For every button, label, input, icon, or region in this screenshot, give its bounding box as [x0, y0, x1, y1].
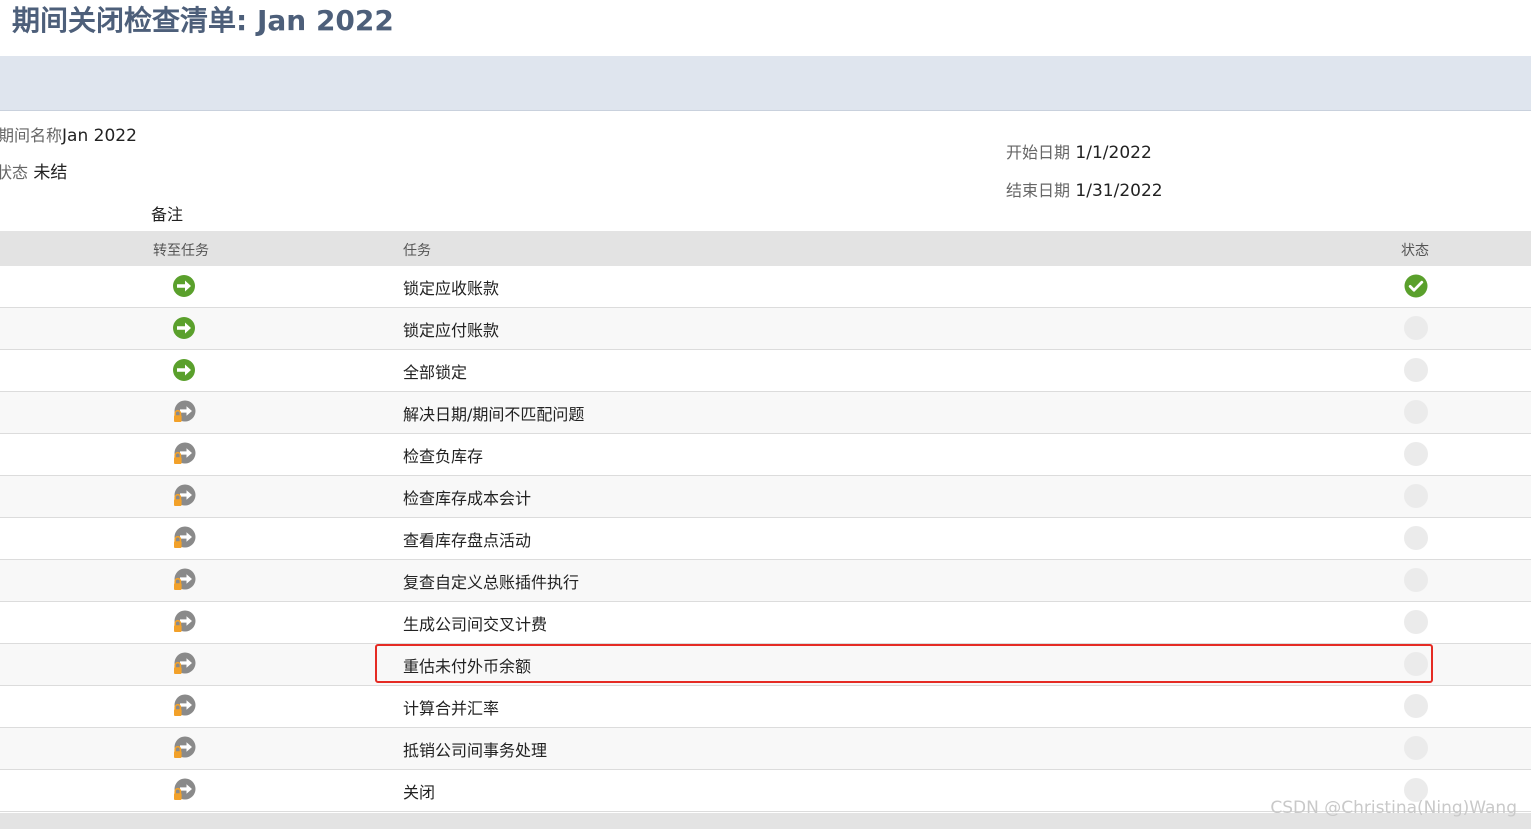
period-name-value: Jan 2022 — [62, 126, 137, 146]
task-table-body: 锁定应收账款 锁定应付账款 全部锁定解决日期/期间不匹配问题 检查负库存检查库存成本会… — [0, 266, 1531, 812]
start-date-label: 开始日期 — [1006, 143, 1071, 162]
column-header-status: 状态 — [1401, 243, 1429, 259]
status-empty-icon — [1404, 652, 1428, 676]
task-table-header: 转至任务 任务 状态 — [0, 231, 1531, 266]
task-name: 全部锁定 — [403, 363, 468, 382]
table-row: 检查库存成本会计 — [0, 476, 1531, 518]
status-empty-icon — [1404, 694, 1428, 718]
task-name: 生成公司间交叉计费 — [403, 615, 548, 634]
table-row: 计算合并汇率 — [0, 686, 1531, 728]
table-row: 解决日期/期间不匹配问题 — [0, 392, 1531, 434]
end-date-value: 1/31/2022 — [1075, 181, 1163, 201]
header-banner — [0, 56, 1531, 111]
locked-arrow-icon[interactable] — [172, 526, 196, 550]
notes-label: 备注 — [151, 205, 184, 224]
watermark: CSDN @Christina(Ning)Wang — [1270, 798, 1517, 818]
status-label: 状态 — [0, 163, 29, 182]
period-close-checklist-page: 期间关闭检查清单: Jan 2022 期间名称Jan 2022 状态 未结 开始… — [0, 0, 1531, 829]
table-row: 抵销公司间事务处理 — [0, 728, 1531, 770]
locked-arrow-icon[interactable] — [172, 694, 196, 718]
table-row: 全部锁定 — [0, 350, 1531, 392]
page-title: 期间关闭检查清单: Jan 2022 — [12, 4, 394, 37]
locked-arrow-icon[interactable] — [172, 400, 196, 424]
green-arrow-icon[interactable] — [172, 316, 196, 340]
column-header-task: 任务 — [403, 243, 431, 259]
status-empty-icon — [1404, 526, 1428, 550]
table-row: 锁定应收账款 — [0, 266, 1531, 308]
status-empty-icon — [1404, 610, 1428, 634]
status-value: 未结 — [33, 163, 68, 183]
task-name: 关闭 — [403, 783, 436, 802]
period-name-field: 期间名称Jan 2022 — [0, 125, 137, 147]
locked-arrow-icon[interactable] — [172, 610, 196, 634]
locked-arrow-icon[interactable] — [172, 568, 196, 592]
task-name: 解决日期/期间不匹配问题 — [403, 405, 585, 424]
table-row: 查看库存盘点活动 — [0, 518, 1531, 560]
table-row: 锁定应付账款 — [0, 308, 1531, 350]
green-arrow-icon[interactable] — [172, 358, 196, 382]
locked-arrow-icon[interactable] — [172, 736, 196, 760]
task-name: 抵销公司间事务处理 — [403, 741, 548, 760]
status-empty-icon — [1404, 736, 1428, 760]
task-name: 查看库存盘点活动 — [403, 531, 532, 550]
column-header-goto: 转至任务 — [153, 243, 209, 259]
locked-arrow-icon[interactable] — [172, 778, 196, 802]
status-empty-icon — [1404, 358, 1428, 382]
end-date-label: 结束日期 — [1006, 181, 1071, 200]
status-empty-icon — [1404, 316, 1428, 340]
check-complete-icon — [1404, 274, 1428, 298]
end-date-field: 结束日期 1/31/2022 — [1006, 180, 1163, 202]
task-name: 检查负库存 — [403, 447, 484, 466]
task-name: 锁定应付账款 — [403, 321, 500, 340]
locked-arrow-icon[interactable] — [172, 652, 196, 676]
table-row: 检查负库存 — [0, 434, 1531, 476]
start-date-value: 1/1/2022 — [1075, 143, 1152, 163]
task-name: 复查自定义总账插件执行 — [403, 573, 580, 592]
table-row: 生成公司间交叉计费 — [0, 602, 1531, 644]
green-arrow-icon[interactable] — [172, 274, 196, 298]
start-date-field: 开始日期 1/1/2022 — [1006, 142, 1152, 164]
status-empty-icon — [1404, 400, 1428, 424]
table-row: 复查自定义总账插件执行 — [0, 560, 1531, 602]
task-name: 锁定应收账款 — [403, 279, 500, 298]
status-empty-icon — [1404, 442, 1428, 466]
status-empty-icon — [1404, 484, 1428, 508]
task-name: 重估未付外币余额 — [403, 657, 532, 676]
status-empty-icon — [1404, 568, 1428, 592]
table-row: 重估未付外币余额 — [0, 644, 1531, 686]
task-name: 计算合并汇率 — [403, 699, 500, 718]
task-name: 检查库存成本会计 — [403, 489, 532, 508]
locked-arrow-icon[interactable] — [172, 442, 196, 466]
locked-arrow-icon[interactable] — [172, 484, 196, 508]
status-field: 状态 未结 — [0, 162, 67, 184]
period-name-label: 期间名称 — [0, 126, 63, 145]
